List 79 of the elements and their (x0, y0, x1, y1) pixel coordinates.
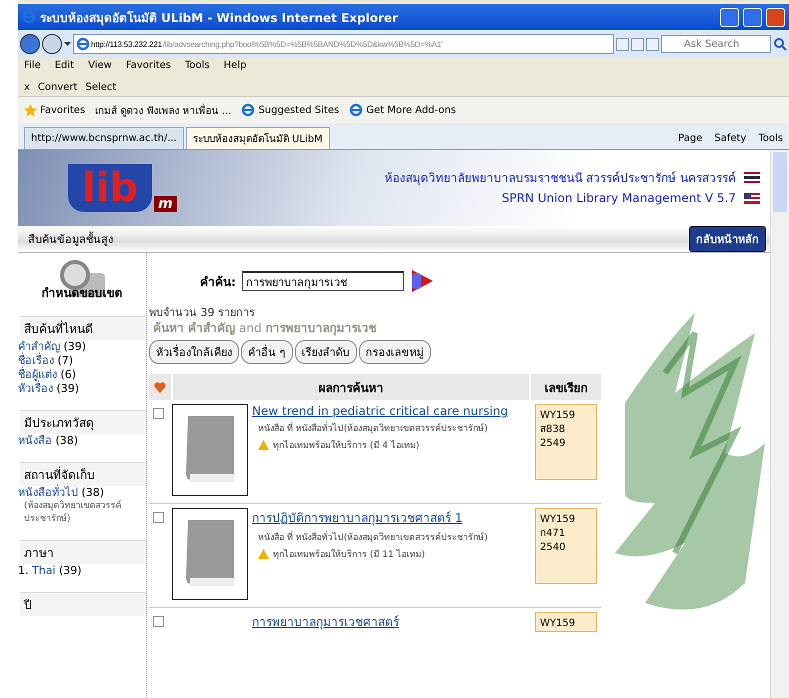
favorites-button[interactable]: Favorites (24, 104, 86, 116)
logo: lib (68, 164, 152, 212)
filter-button[interactable]: คำอื่น ๆ (241, 340, 292, 364)
favorites-link[interactable]: Suggested Sites (241, 103, 340, 117)
library-name: ห้องสมุดวิทยาลัยพยาบาลบรมราชชนนี สวรรค์ประชารักษ์ นครสวรรค์ (384, 170, 736, 188)
logo-badge: m (154, 196, 177, 212)
warning-icon (258, 440, 269, 450)
menu-item[interactable]: Tools (185, 60, 210, 76)
query-summary: ค้นหา คำสำคัญ and การพยาบาลกุมารเวช (152, 321, 378, 336)
call-number-note: WY159 ส838 2549 (535, 404, 597, 480)
browser-tab[interactable]: http://www.bcnsprnw.ac.th/... (24, 127, 184, 149)
heart-icon (154, 382, 166, 392)
column-header: เลขเรียก (531, 374, 601, 400)
availability-status: ทุกไอเทมพร้อมให้บริการ (มี 11 ไอเทม) (252, 547, 531, 561)
warning-icon (258, 549, 269, 559)
call-number-note: WY159 ก471 2540 (535, 508, 597, 584)
close-toolbar-button[interactable]: x (24, 82, 30, 92)
search-icon[interactable] (773, 37, 787, 51)
facet-item[interactable]: ชื่อเรื่อง (7) (18, 354, 146, 368)
browser-tab[interactable]: ระบบห้องสมุดอัตโนมัติ ULibM (186, 127, 330, 149)
facet-item[interactable]: หัวเรื่อง (39) (18, 382, 146, 396)
column-header: ผลการค้นหา (173, 374, 529, 400)
result-title-link[interactable]: การพยาบาลกุมารเวชศาสตร์ (252, 612, 531, 631)
facet-heading: ภาษา (20, 540, 146, 564)
scrollbar[interactable] (770, 150, 789, 698)
toolbar-button[interactable]: Convert (38, 82, 78, 92)
caret-icon[interactable] (64, 42, 71, 46)
facet-heading: ปี (20, 592, 146, 616)
call-number-note: WY159 (535, 612, 597, 632)
menu-item[interactable]: Favorites (126, 60, 172, 76)
back-button[interactable] (20, 34, 40, 54)
us-flag-icon[interactable] (744, 193, 760, 204)
menu-item[interactable]: File (24, 60, 41, 76)
facet-note: (ห้องสมุดวิทยาเขตสวรรค์ประชารักษ์) (23, 500, 123, 526)
row-checkbox[interactable] (153, 408, 164, 419)
availability-status: ทุกไอเทมพร้อมให้บริการ (มี 4 ไอเทม) (252, 438, 531, 452)
row-checkbox[interactable] (153, 512, 164, 523)
facet-item[interactable]: 1. Thai (39) (18, 564, 146, 578)
menu-item[interactable]: View (88, 60, 112, 76)
facet-item[interactable]: คำสำคัญ (39) (18, 340, 146, 354)
menu-item[interactable]: Edit (54, 60, 74, 76)
facet-heading: สถานที่จัดเก็บ (20, 462, 146, 486)
search-label: คำค้น: (200, 274, 236, 290)
facet-item[interactable]: หนังสือ (38) (18, 434, 146, 448)
keyword-field[interactable]: การพยาบาลกุมารเวช (242, 271, 404, 291)
facet-item[interactable]: หนังสือทั่วไป (38) (18, 486, 146, 500)
filter-button[interactable]: เรียงลำดับ (294, 340, 356, 364)
facet-heading: มีประเภทวัสดุ (20, 410, 146, 434)
facet-heading: สืบค้นที่ไหนดี (20, 316, 146, 340)
result-title-link[interactable]: การปฏิบัติการพยาบาลกุมารเวชศาสตร์ 1 (252, 508, 531, 527)
filter-button[interactable]: หัวเรื่องใกล้เคียง (149, 340, 239, 364)
home-button[interactable]: กลับหน้าหลัก (689, 226, 766, 252)
toolbar-button[interactable]: Select (85, 82, 116, 92)
result-title-link[interactable]: New trend in pediatric critical care nursing (252, 404, 531, 418)
command-menu[interactable]: Tools (758, 132, 783, 144)
scope-label[interactable]: กำหนดขอบเขต (42, 283, 122, 302)
filter-button[interactable]: กรองเลขหมู่ (358, 340, 430, 364)
address-field[interactable]: http://113.53.232.221/lib/advsearching.php?bool%5B%5D=%5B%5BAND%5D%5D&kw%5B%5D=%A1' (73, 34, 614, 54)
thai-flag-icon[interactable] (744, 172, 760, 183)
star-icon (24, 104, 37, 116)
maximize-button[interactable] (743, 8, 762, 26)
close-button[interactable] (766, 8, 785, 26)
menu-item[interactable]: Help (224, 60, 246, 76)
command-menu[interactable]: Page (678, 132, 702, 144)
page-heading: สืบค้นข้อมูลชั้นสูง (28, 230, 114, 248)
minimize-button[interactable] (720, 8, 739, 26)
window-title: ระบบห้องสมุดอัตโนมัติ ULibM - Windows Internet Explorer (40, 10, 399, 26)
library-name: SPRN Union Library Management V 5.7 (500, 190, 736, 207)
forward-button[interactable] (42, 34, 62, 54)
search-field[interactable]: Ask Search (661, 35, 771, 53)
result-detail: หนังสือ ที่ หนังสือทั่วไป(ห้องสมุดวิทยาเขตสวรรค์ประชารักษ์) (252, 421, 531, 435)
row-checkbox[interactable] (153, 616, 164, 627)
favorites-link[interactable]: เกมส์ ดูดวง ฟังเพลง หาเพื่อน ... (95, 102, 232, 118)
search-go-icon[interactable] (410, 269, 434, 293)
result-detail: หนังสือ ที่ หนังสือทั่วไป(ห้องสมุดวิทยาเขตสวรรค์ประชารักษ์) (252, 530, 531, 544)
result-count: พบจำนวน 39 รายการ (149, 305, 256, 321)
command-menu[interactable]: Safety (714, 132, 746, 144)
facet-item[interactable]: ชื่อผู้แต่ง (6) (18, 368, 146, 382)
favorites-link[interactable]: Get More Add-ons (349, 103, 456, 117)
